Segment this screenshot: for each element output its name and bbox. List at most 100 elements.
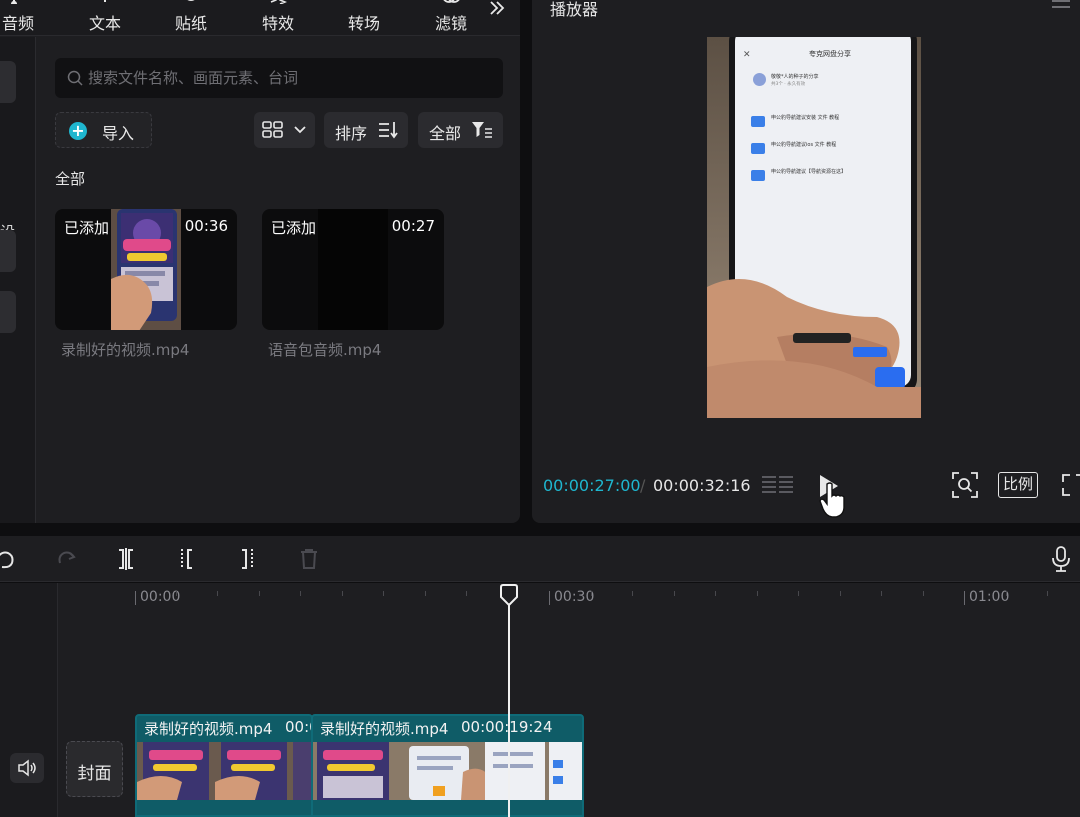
delete-icon[interactable]	[297, 547, 321, 571]
ruler-tick	[964, 591, 965, 605]
video-clip[interactable]: 录制好的视频.mp4 00:0	[135, 714, 313, 817]
ruler-tick	[425, 591, 426, 596]
clip-title: 录制好的视频.mp4	[144, 720, 273, 738]
timeline[interactable]: 00:00 00:30 01:00 封面 录制好的视频.mp4 00: 录制好的…	[0, 583, 1080, 817]
speaker-icon	[18, 759, 36, 777]
playhead-line[interactable]	[508, 595, 510, 817]
menu-icon[interactable]	[1052, 0, 1070, 10]
phone-sub-line: 共3个 · 永久有效	[771, 82, 806, 87]
side-nav-item[interactable]	[0, 61, 16, 103]
side-nav-item[interactable]	[0, 291, 16, 333]
added-badge: 已添加	[271, 219, 317, 237]
split-icon[interactable]	[114, 547, 138, 571]
video-frame-image	[707, 37, 921, 418]
ruler-tick	[383, 591, 384, 596]
fullscreen-icon[interactable]	[1062, 474, 1080, 496]
ruler-tick	[923, 591, 924, 596]
cover-button[interactable]: 封面	[66, 741, 123, 797]
ruler-tick	[300, 591, 301, 596]
phone-folder-item: 申公豹导航建议【导航资源在这】	[771, 169, 847, 175]
current-timecode: 00:00:27:00	[543, 476, 641, 495]
tab-label: 滤镜	[434, 14, 467, 33]
clip-thumbnail-strip	[313, 742, 582, 800]
tab-label: 转场	[347, 14, 380, 33]
time-ruler[interactable]: 00:00 00:30 01:00	[58, 583, 1080, 613]
ruler-tick	[715, 591, 716, 596]
clip-duration: 00:0	[285, 718, 311, 736]
cover-label: 封面	[77, 764, 112, 784]
ruler-tick	[757, 591, 758, 596]
aspect-ratio-button[interactable]: 比例	[998, 472, 1038, 498]
tab-text[interactable]: 文本	[77, 0, 133, 36]
redo-icon[interactable]	[54, 547, 78, 571]
ruler-tick	[881, 591, 882, 596]
folder-icon	[751, 116, 765, 127]
media-card[interactable]: 已添加 00:27	[262, 209, 444, 330]
media-duration: 00:27	[391, 217, 435, 235]
ruler-label: 00:30	[554, 589, 595, 605]
ruler-tick	[1047, 591, 1048, 596]
filter-label: 全部	[429, 124, 462, 143]
funnel-icon	[472, 122, 492, 138]
ruler-tick	[798, 591, 799, 596]
video-clip[interactable]: 录制好的视频.mp4 00:00:19:24	[311, 714, 584, 817]
import-button[interactable]: + 导入	[55, 112, 152, 148]
phone-share-line: 敬敬*人的种子的分享	[771, 74, 819, 80]
chevron-down-icon	[294, 126, 306, 134]
close-icon: ✕	[743, 50, 751, 60]
microphone-icon[interactable]	[1050, 546, 1072, 572]
ruler-label: 00:00	[140, 589, 181, 605]
undo-icon[interactable]	[0, 547, 18, 571]
zoom-fit-icon[interactable]	[952, 472, 978, 498]
tab-label: 文本	[88, 14, 121, 33]
sort-icon	[379, 122, 398, 139]
side-nav-item[interactable]	[0, 230, 16, 272]
tab-label: 音频	[1, 14, 34, 33]
media-filename: 语音包音频.mp4	[268, 341, 382, 359]
track-audio-toggle[interactable]	[10, 753, 44, 783]
tab-effects[interactable]: 特效	[250, 0, 306, 36]
video-preview[interactable]: 夸克网盘分享 ✕ 敬敬*人的种子的分享 共3个 · 永久有效 申公豹导航建议安装…	[707, 37, 921, 418]
avatar	[753, 73, 766, 86]
playhead-handle[interactable]	[500, 584, 518, 606]
sparkle-icon	[270, 0, 287, 4]
trim-right-icon[interactable]	[236, 547, 260, 571]
sticker-icon	[187, 0, 195, 1]
ruler-tick	[135, 591, 136, 605]
clip-thumbnails	[137, 742, 311, 800]
folder-icon	[751, 143, 765, 154]
phone-screen-header: 夸克网盘分享	[809, 50, 851, 58]
phone-folder-item: 申公豹导航建议ios 文件 教程	[771, 142, 837, 148]
ruler-tick	[632, 591, 633, 596]
category-tabs: 音频 文本 贴纸 特效 转场 滤镜	[0, 0, 520, 36]
more-tabs-button[interactable]	[482, 0, 512, 20]
player-title: 播放器	[550, 0, 599, 19]
ruler-tick	[1006, 591, 1007, 596]
timecode-separator: /	[640, 476, 646, 495]
search-input[interactable]	[88, 58, 488, 98]
sort-button[interactable]: 排序	[324, 112, 408, 148]
transition-icon	[355, 0, 373, 4]
import-label: 导入	[102, 124, 135, 143]
clip-thumbnails	[313, 742, 582, 800]
waveform-view-icon[interactable]	[762, 474, 794, 496]
search-icon	[67, 70, 83, 86]
phone-folder-item: 申公豹导航建议安装 文件 教程	[771, 115, 840, 121]
clip-thumbnail-strip	[137, 742, 311, 800]
trim-left-icon[interactable]	[174, 547, 198, 571]
text-icon	[104, 0, 106, 2]
tab-sticker[interactable]: 贴纸	[163, 0, 219, 36]
media-card[interactable]: 已添加 00:36	[55, 209, 237, 330]
side-category-strip: 设	[0, 37, 36, 523]
search-box[interactable]	[55, 58, 503, 98]
tab-filters[interactable]: 滤镜	[423, 0, 479, 36]
filter-button[interactable]: 全部	[418, 112, 503, 148]
view-mode-button[interactable]	[254, 112, 315, 148]
ruler-tick	[840, 591, 841, 596]
hand-cursor-icon	[819, 482, 845, 518]
tab-audio[interactable]: 音频	[0, 0, 46, 36]
section-title: 全部	[55, 170, 86, 188]
tab-transitions[interactable]: 转场	[336, 0, 392, 36]
clip-duration: 00:00:19:24	[461, 718, 553, 736]
ruler-tick	[674, 591, 675, 596]
